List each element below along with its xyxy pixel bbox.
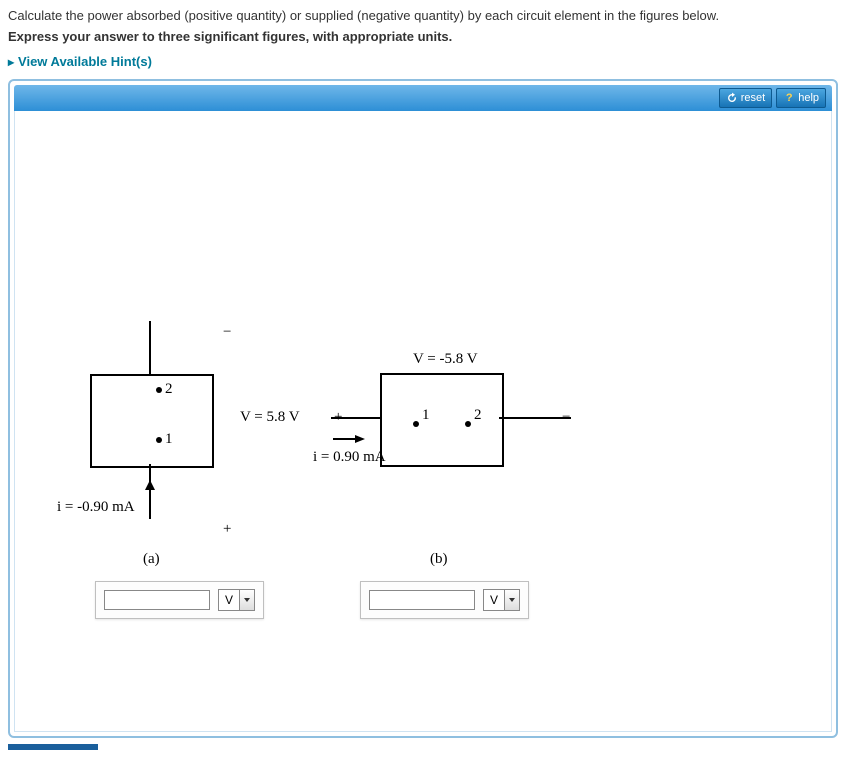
fig-a-current: i = -0.90 mA [57,499,135,516]
reset-icon [726,92,738,104]
reset-label: reset [741,92,765,104]
help-icon: ? [783,92,795,104]
fig-a-voltage: V = 5.8 V [240,409,300,426]
help-label: help [798,92,819,104]
fig-b-plus: + [334,409,342,426]
fig-b-minus: − [562,409,570,426]
fig-b-right-lead [499,417,571,419]
fig-a-node2-dot [156,387,162,393]
fig-a-element-box [90,374,214,468]
answer-input-b[interactable] [369,590,475,610]
fig-a-minus: − [223,324,231,341]
fig-a-bottom-lead [149,464,151,519]
fig-a-top-lead [149,321,151,376]
unit-selector-b[interactable]: V [483,589,520,611]
unit-label-a: V [219,593,239,607]
fig-b-node2-dot [465,421,471,427]
triangle-right-icon: ▸ [8,55,14,69]
help-button[interactable]: ? help [776,88,826,108]
unit-selector-a[interactable]: V [218,589,255,611]
fig-b-label: (b) [430,551,448,568]
arrow-up-icon [145,480,155,490]
diagram-canvas: − V = 5.8 V + 2 1 i = -0.90 mA (a) V = -… [14,111,832,732]
panel-toolbar: reset ? help [14,85,832,111]
view-hints-toggle[interactable]: ▸ View Available Hint(s) [8,54,858,69]
footer-accent-bar [8,744,98,750]
unit-label-b: V [484,593,504,607]
fig-a-node2: 2 [165,381,173,398]
fig-a-node1: 1 [165,431,173,448]
fig-a-node1-dot [156,437,162,443]
instruction-text: Express your answer to three significant… [8,29,858,44]
hints-label: View Available Hint(s) [18,54,152,69]
fig-b-node1-dot [413,421,419,427]
fig-a-plus: + [223,521,231,538]
unit-dropdown-b[interactable] [504,590,519,610]
fig-b-node1: 1 [422,407,430,424]
question-text: Calculate the power absorbed (positive q… [8,8,858,23]
fig-b-element-box [380,373,504,467]
arrow-right-icon [355,435,365,443]
fig-b-arrow-line [333,438,357,440]
answer-group-a: V [95,581,264,619]
fig-b-node2: 2 [474,407,482,424]
answer-group-b: V [360,581,529,619]
reset-button[interactable]: reset [719,88,772,108]
unit-dropdown-a[interactable] [239,590,254,610]
fig-b-voltage: V = -5.8 V [413,351,478,368]
fig-a-label: (a) [143,551,160,568]
answer-input-a[interactable] [104,590,210,610]
answer-panel: reset ? help − V = 5.8 V + 2 1 i = -0.90… [8,79,838,738]
fig-b-current: i = 0.90 mA [313,449,386,466]
